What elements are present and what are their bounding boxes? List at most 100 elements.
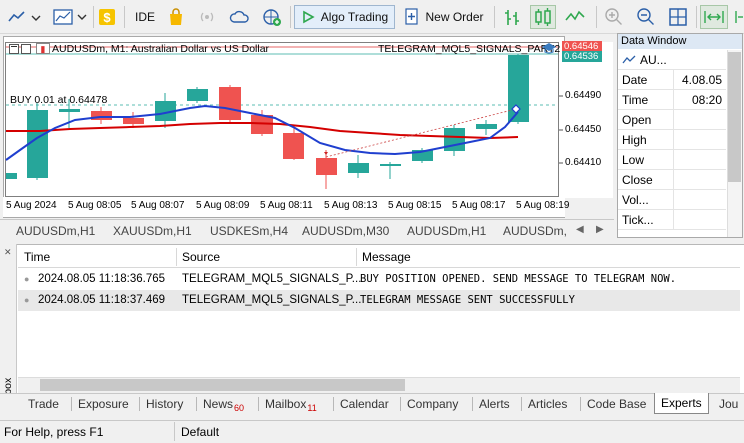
chart-symbol-title: AUDUSDm, M1: Australian Dollar vs US Dol… xyxy=(52,43,270,55)
candle xyxy=(187,89,208,101)
toolbox-tab-news[interactable]: News60 xyxy=(203,395,244,414)
toolbox-tab-label: News xyxy=(203,397,234,411)
candle xyxy=(59,109,80,112)
candles xyxy=(6,54,529,189)
ask-price-label: 0.64536 xyxy=(564,51,599,62)
data-window-row: Low xyxy=(618,150,726,170)
bullet-icon: ● xyxy=(24,295,30,305)
toolbox-tab-calendar[interactable]: Calendar xyxy=(340,395,389,414)
toolbox-tab-code-base[interactable]: Code Base xyxy=(587,395,646,414)
chart-tab[interactable]: USDKESm,H4 xyxy=(210,222,288,240)
horizontal-scroll-thumb[interactable] xyxy=(40,379,405,391)
data-window-row-label: Date xyxy=(618,70,674,90)
table-row[interactable]: ● 2024.08.05 11:18:36.765 TELEGRAM_MQL5_… xyxy=(18,269,740,290)
data-window-row-label: Vol... xyxy=(618,190,674,210)
data-window-row-label: Open xyxy=(618,110,674,130)
data-window-row-value: 4.08.05 xyxy=(681,73,722,87)
chart-maximize-icon[interactable] xyxy=(21,44,31,54)
chart-tab[interactable]: AUDUSDm,H1 xyxy=(16,222,95,240)
row-source: TELEGRAM_MQL5_SIGNALS_P... xyxy=(182,273,362,285)
row-message: BUY POSITION OPENED. SEND MESSAGE TO TEL… xyxy=(360,273,677,285)
candle xyxy=(508,55,529,122)
toolbox-tab-label: Articles xyxy=(528,397,568,411)
chart-tab[interactable]: AUDUSDm,H1 xyxy=(407,222,486,240)
data-window-row-label: High xyxy=(618,130,674,150)
close-icon[interactable]: ✕ xyxy=(4,248,13,257)
chart-lock-icon: ▮ xyxy=(36,43,50,54)
data-window-scroll-thumb[interactable] xyxy=(728,52,741,182)
line-icon xyxy=(622,55,636,64)
row-source: TELEGRAM_MQL5_SIGNALS_P... xyxy=(182,294,362,306)
time-tick-label: 5 Aug 08:19 xyxy=(516,200,570,211)
toolbox-tab-mailbox[interactable]: Mailbox11 xyxy=(265,395,317,414)
price-tick-label: 0.64490 xyxy=(565,90,602,101)
bullet-icon: ● xyxy=(24,274,30,284)
time-tick-label: 5 Aug 08:11 xyxy=(260,200,313,211)
candle xyxy=(283,133,304,159)
sell-arrow-icon xyxy=(324,152,328,155)
candle xyxy=(316,158,337,175)
price-tick-label: 0.64450 xyxy=(565,124,602,135)
time-tick-label: 5 Aug 08:07 xyxy=(131,200,185,211)
candle xyxy=(476,124,497,129)
chart-tab[interactable]: AUDUSDm, xyxy=(503,222,567,240)
toolbox-tab-label: Alerts xyxy=(479,397,510,411)
time-tick-label: 5 Aug 08:05 xyxy=(68,200,122,211)
toolbox-tab-trade[interactable]: Trade xyxy=(28,395,59,414)
toolbox-tab-exposure[interactable]: Exposure xyxy=(78,395,129,414)
data-window-symbol: AU... xyxy=(618,50,726,70)
toolbox-tab-jou[interactable]: Jou xyxy=(719,395,738,414)
candle xyxy=(348,163,369,173)
toolbox-tab-label: Code Base xyxy=(587,397,647,411)
toolbox-tab-articles[interactable]: Articles xyxy=(528,395,567,414)
table-row[interactable]: ● 2024.08.05 11:18:37.469 TELEGRAM_MQL5_… xyxy=(18,290,740,311)
toolbox-tab-history[interactable]: History xyxy=(146,395,183,414)
time-tick-label: 5 Aug 08:13 xyxy=(324,200,378,211)
toolbox-tab-alerts[interactable]: Alerts xyxy=(479,395,510,414)
toolbox-tab-label: Company xyxy=(407,397,459,411)
data-window-row: Vol... xyxy=(618,190,726,210)
data-window-row: High xyxy=(618,130,726,150)
status-help-text: For Help, press F1 xyxy=(4,425,104,439)
toolbox-tab-label: Jou xyxy=(719,397,739,411)
row-time: 2024.08.05 11:18:37.469 xyxy=(38,294,166,306)
tab-scroll-left-icon[interactable]: ◀ xyxy=(576,224,586,236)
status-bar xyxy=(0,420,744,443)
tab-scroll-right-icon[interactable]: ▶ xyxy=(596,224,606,236)
time-tick-label: 5 Aug 2024 xyxy=(6,200,57,211)
data-window-row: Tick... xyxy=(618,210,726,230)
data-window-row-label: Time xyxy=(618,90,674,110)
data-window-row: Time 08:20 xyxy=(618,90,726,110)
data-window-symbol-label: AU... xyxy=(640,53,667,67)
toolbox-tab-label: Calendar xyxy=(340,397,389,411)
toolbox-tab-label: Exposure xyxy=(78,397,129,411)
chart-tab[interactable]: AUDUSDm,M30 xyxy=(302,222,389,240)
time-tick-label: 5 Aug 08:17 xyxy=(452,200,506,211)
candle xyxy=(123,118,144,124)
ea-hat-icon[interactable] xyxy=(541,41,557,55)
price-tick-label: 0.64410 xyxy=(565,157,602,168)
data-window-row-label: Close xyxy=(618,170,674,190)
toolbox-tab-label: History xyxy=(146,397,184,411)
dash-glyph xyxy=(11,46,17,47)
column-header-source[interactable]: Source xyxy=(182,247,220,267)
trade-label: BUY 0.01 at 0.64478 xyxy=(10,94,108,106)
toolbox-tab-experts[interactable]: Experts xyxy=(654,393,709,414)
column-header-time[interactable]: Time xyxy=(24,247,50,267)
time-tick-label: 5 Aug 08:15 xyxy=(388,200,442,211)
expert-advisor-name: TELEGRAM_MQL5_SIGNALS_PART2 xyxy=(378,43,561,55)
toolbox-tab-label: Experts xyxy=(661,396,702,410)
candle xyxy=(380,164,401,166)
toolbox-tab-label: Mailbox xyxy=(265,397,307,411)
toolbox-tab-label: Trade xyxy=(28,397,59,411)
row-time: 2024.08.05 11:18:36.765 xyxy=(38,273,166,285)
candle xyxy=(219,87,241,120)
column-header-message[interactable]: Message xyxy=(362,247,411,267)
chart-tab[interactable]: XAUUSDm,H1 xyxy=(113,222,192,240)
status-profile: Default xyxy=(181,425,220,439)
data-window-row-label: Tick... xyxy=(618,210,674,230)
data-window-row: Open xyxy=(618,110,726,130)
candle xyxy=(6,173,17,179)
time-tick-label: 5 Aug 08:09 xyxy=(196,200,250,211)
toolbox-tab-company[interactable]: Company xyxy=(407,395,458,414)
